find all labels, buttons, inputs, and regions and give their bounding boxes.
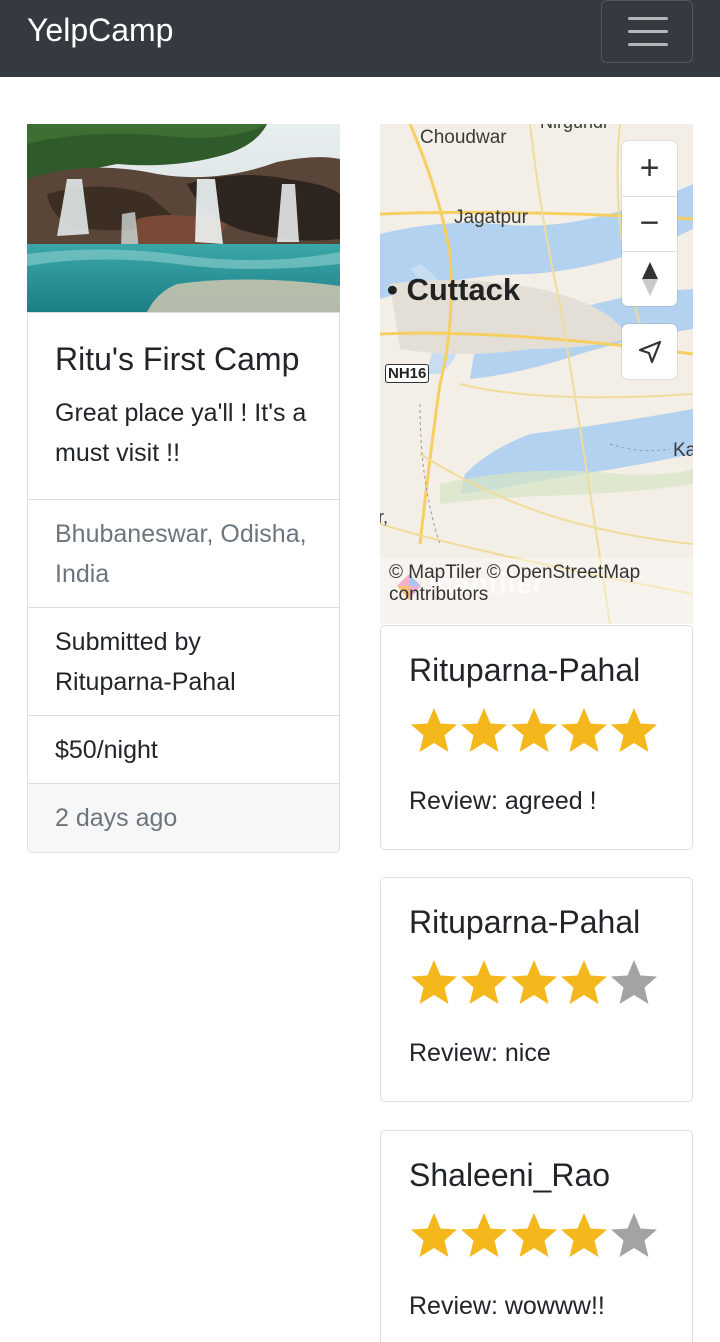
zoom-out-button[interactable]: − xyxy=(622,196,677,251)
campground-location-item: Bhubaneswar, Odisha, India xyxy=(28,500,339,608)
star-empty-icon xyxy=(609,958,659,1008)
geolocate-arrow-icon xyxy=(638,340,661,363)
star-filled-icon xyxy=(559,706,609,756)
navbar-toggler-button[interactable] xyxy=(601,0,693,63)
map-attribution[interactable]: © MapTiler © OpenStreetMap contributors xyxy=(389,562,679,606)
campground-card-footer: 2 days ago xyxy=(28,784,339,852)
campground-submitted-by: Submitted by Rituparna-Pahal xyxy=(55,628,236,696)
review-author: Shaleeni_Rao xyxy=(409,1157,611,1193)
star-filled-icon xyxy=(459,1211,509,1261)
review-text: Review: agreed ! xyxy=(409,787,597,815)
campground-title: Ritu's First Camp xyxy=(55,341,300,377)
map-label-top-cut: Nirgundi xyxy=(540,124,607,133)
star-filled-icon xyxy=(509,958,559,1008)
campground-price-item: $50/night xyxy=(28,716,339,784)
review-author: Rituparna-Pahal xyxy=(409,652,641,688)
compass-icon xyxy=(641,261,658,296)
map-highway-badge: NH16 xyxy=(385,364,430,383)
map-label-ka: Ka xyxy=(673,440,693,461)
geolocate-button[interactable] xyxy=(622,324,677,379)
star-filled-icon xyxy=(559,1211,609,1261)
campground-map[interactable]: Nirgundi Choudwar Jagatpur • Cuttack NH1… xyxy=(380,124,693,624)
zoom-in-button[interactable]: + xyxy=(622,141,677,196)
star-filled-icon xyxy=(409,706,459,756)
map-label-left-cut: r, xyxy=(380,507,389,527)
star-filled-icon xyxy=(459,706,509,756)
review-card: Rituparna-Pahal Review: nice xyxy=(380,877,693,1102)
hamburger-icon-bar xyxy=(628,43,668,46)
hamburger-icon-bar xyxy=(628,30,668,33)
star-filled-icon xyxy=(409,1211,459,1261)
waterfall-photo xyxy=(27,124,340,312)
compass-button[interactable] xyxy=(622,251,677,306)
campground-description: Great place ya'll ! It's a must visit !! xyxy=(55,399,307,467)
star-filled-icon xyxy=(559,958,609,1008)
campground-posted-time: 2 days ago xyxy=(55,804,178,832)
review-card: Shaleeni_Rao Review: wowww!! xyxy=(380,1130,693,1342)
map-label-choudwar: Choudwar xyxy=(420,127,507,148)
review-star-rating xyxy=(409,1211,659,1263)
map-navigation-control: + − xyxy=(622,141,677,306)
star-filled-icon xyxy=(509,1211,559,1261)
campground-author-item: Submitted by Rituparna-Pahal xyxy=(28,608,339,716)
campground-location: Bhubaneswar, Odisha, India xyxy=(55,520,307,588)
map-label-cuttack: • Cuttack xyxy=(387,272,521,307)
review-star-rating xyxy=(409,958,659,1010)
campground-image xyxy=(27,124,340,312)
review-text: Review: nice xyxy=(409,1039,551,1067)
hamburger-icon xyxy=(628,17,668,20)
campground-price: $50/night xyxy=(55,736,158,764)
campground-card-body: Ritu's First Camp Great place ya'll ! It… xyxy=(28,313,339,500)
star-empty-icon xyxy=(609,1211,659,1261)
review-card: Rituparna-Pahal Review: agreed ! xyxy=(380,625,693,850)
map-label-jagatpur: Jagatpur xyxy=(454,207,528,228)
star-filled-icon xyxy=(609,706,659,756)
brand-link[interactable]: YelpCamp xyxy=(27,10,173,50)
star-filled-icon xyxy=(509,706,559,756)
campground-card: Ritu's First Camp Great place ya'll ! It… xyxy=(27,312,340,853)
star-filled-icon xyxy=(459,958,509,1008)
star-filled-icon xyxy=(409,958,459,1008)
review-star-rating xyxy=(409,706,659,758)
navbar: YelpCamp xyxy=(0,0,720,77)
review-text: Review: wowww!! xyxy=(409,1292,605,1320)
review-author: Rituparna-Pahal xyxy=(409,904,641,940)
